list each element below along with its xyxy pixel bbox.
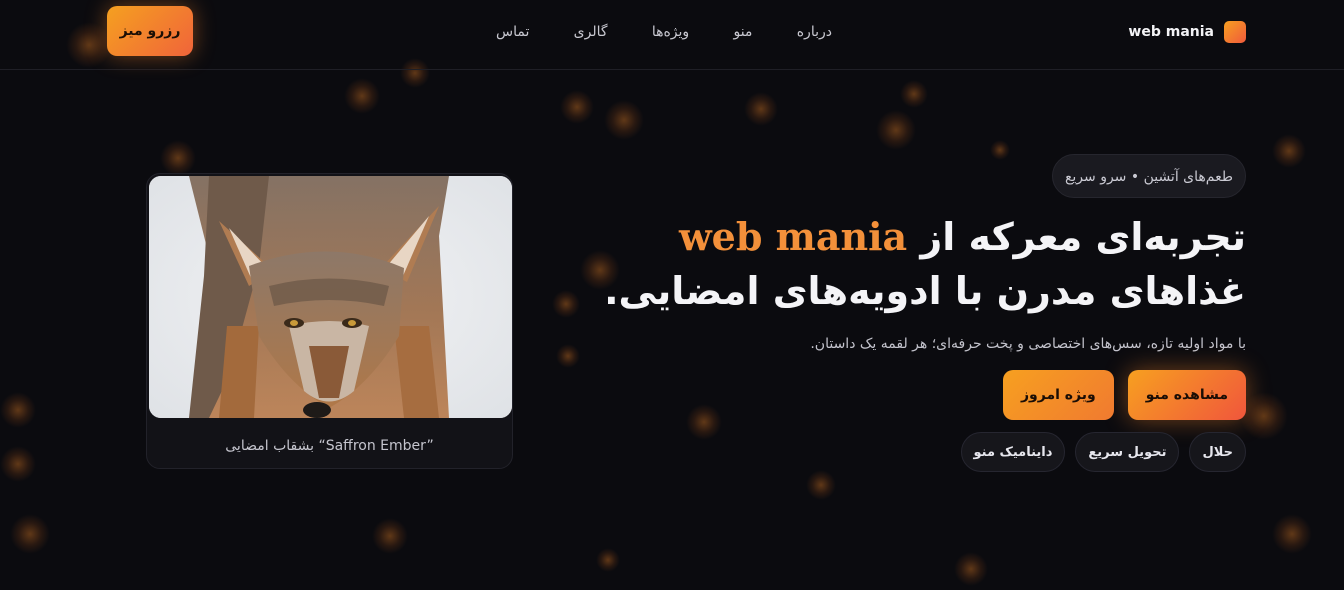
hero-title-accent: web mania [678,214,908,259]
tag-fast-delivery: تحویل سریع [1075,432,1180,472]
brand[interactable]: web mania [1128,20,1246,44]
brand-name: web mania [1128,24,1214,40]
hero-title: تجربه‌ای معرکه از web mania غذاهای مدرن … [546,210,1246,318]
brand-logo-icon [1224,21,1246,43]
featured-photo [149,176,512,418]
reserve-table-button[interactable]: رزرو میز [107,6,193,56]
hero-title-line2: غذاهای مدرن با ادویه‌های امضایی. [604,269,1246,313]
nav-item-contact[interactable]: تماس [496,24,529,40]
hero-title-line1: تجربه‌ای معرکه از [920,215,1246,259]
main-nav: درباره منو ویژه‌ها گالری تماس [496,22,832,42]
hero-subtitle: با مواد اولیه تازه، سس‌های اختصاصی و پخت… [810,336,1246,352]
tag-dynamic-menu: داینامیک منو [960,432,1066,472]
site-header: web mania درباره منو ویژه‌ها گالری تماس … [0,0,1344,70]
hero-cta-row: مشاهده منو ویژه امروز [546,370,1246,420]
hero-pill-badge: طعم‌های آتشین • سرو سریع [1051,154,1246,198]
featured-dish-card: بشقاب امضایی “Saffron Ember” [146,173,513,469]
dish-caption: بشقاب امضایی “Saffron Ember” [225,438,434,454]
nav-item-gallery[interactable]: گالری [574,24,608,40]
view-menu-button[interactable]: مشاهده منو [1127,370,1246,420]
coyote-photo-image [149,176,512,418]
nav-item-about[interactable]: درباره [797,24,832,40]
tag-halal: حلال [1189,432,1246,472]
feature-tags: حلال تحویل سریع داینامیک منو [546,432,1246,472]
hero-section: طعم‌های آتشین • سرو سریع تجربه‌ای معرکه … [546,154,1246,472]
nav-item-specials[interactable]: ویژه‌ها [652,24,689,40]
today-special-button[interactable]: ویژه امروز [1002,370,1114,420]
nav-item-menu[interactable]: منو [733,24,752,40]
